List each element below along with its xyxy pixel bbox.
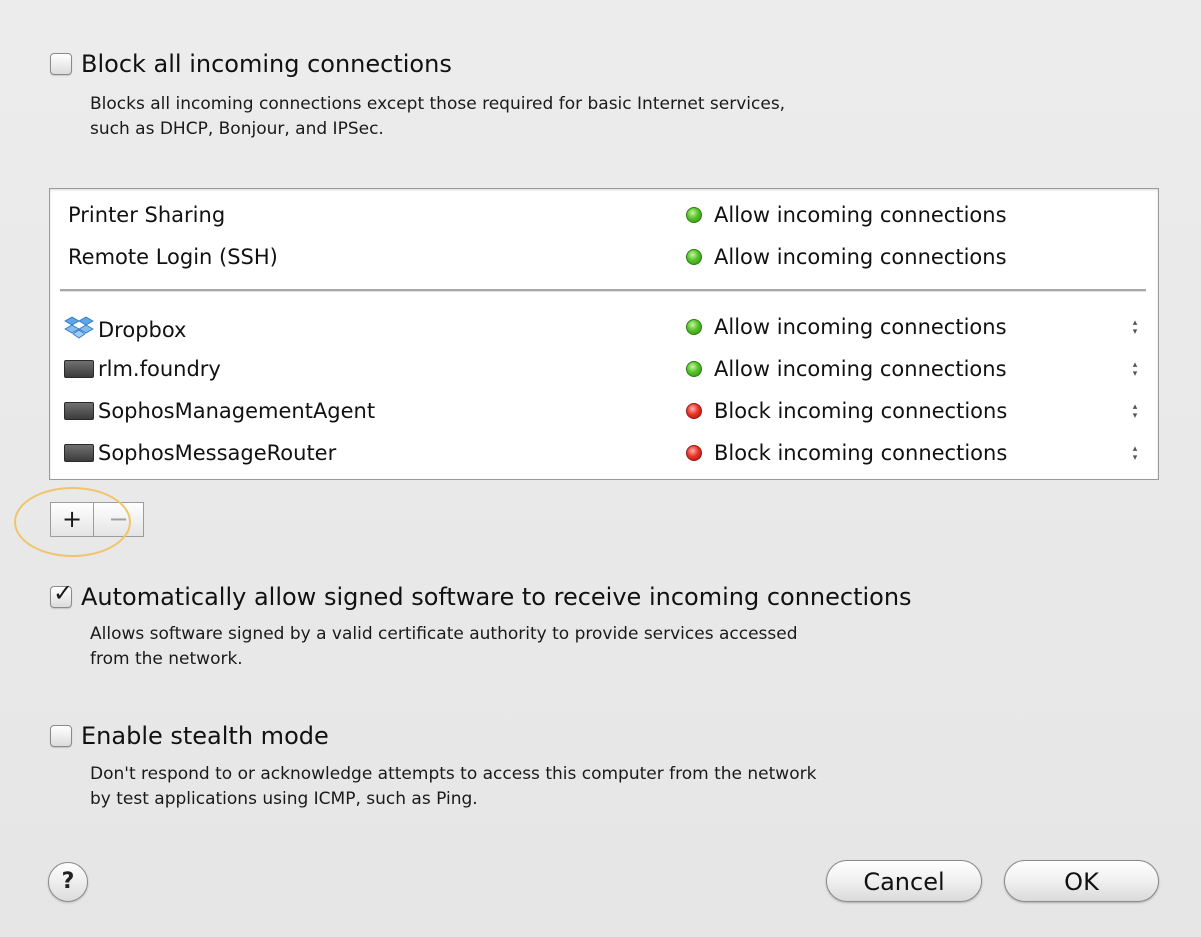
status-popup-arrows-icon[interactable]: ▴ ▾ bbox=[1130, 361, 1140, 379]
dropbox-icon bbox=[64, 315, 94, 344]
app-name: SophosMessageRouter bbox=[98, 441, 337, 465]
block-all-option[interactable]: Block all incoming connections bbox=[50, 50, 452, 78]
app-status[interactable]: Block incoming connections bbox=[686, 441, 1007, 465]
auto-allow-option[interactable]: ✓ Automatically allow signed software to… bbox=[50, 581, 912, 611]
app-row[interactable]: rlm.foundry Allow incoming connections ▴… bbox=[50, 349, 1158, 389]
app-status-label: Allow incoming connections bbox=[714, 315, 1007, 339]
app-name: SophosManagementAgent bbox=[98, 399, 376, 423]
block-all-description-line1: Blocks all incoming connections except t… bbox=[90, 94, 786, 114]
application-icon bbox=[64, 402, 94, 420]
app-status-label: Allow incoming connections bbox=[714, 357, 1007, 381]
stealth-description-line1: Don't respond to or acknowledge attempts… bbox=[90, 764, 817, 784]
stealth-description: Don't respond to or acknowledge attempts… bbox=[90, 762, 816, 812]
red-status-dot-icon bbox=[686, 403, 702, 419]
app-name: Dropbox bbox=[98, 317, 187, 342]
application-icon bbox=[64, 444, 94, 462]
app-status[interactable]: Block incoming connections bbox=[686, 399, 1007, 423]
block-all-checkbox[interactable] bbox=[50, 53, 72, 75]
services-apps-list[interactable]: Printer Sharing Allow incoming connectio… bbox=[49, 188, 1159, 480]
app-name-container: rlm.foundry bbox=[64, 357, 221, 381]
add-app-button[interactable]: + bbox=[50, 502, 94, 537]
app-status-label: Block incoming connections bbox=[714, 399, 1008, 423]
green-status-dot-icon bbox=[686, 207, 702, 223]
stealth-checkbox[interactable] bbox=[50, 725, 72, 747]
green-status-dot-icon bbox=[686, 249, 702, 265]
status-popup-arrows-icon[interactable]: ▴ ▾ bbox=[1130, 403, 1140, 421]
service-status-label: Allow incoming connections bbox=[714, 245, 1007, 269]
service-row[interactable]: Remote Login (SSH) Allow incoming connec… bbox=[50, 237, 1158, 277]
service-name: Printer Sharing bbox=[68, 203, 226, 227]
service-status-label: Allow incoming connections bbox=[714, 203, 1007, 227]
help-button[interactable]: ? bbox=[48, 862, 88, 902]
app-row[interactable]: Dropbox Allow incoming connections ▴ ▾ bbox=[50, 307, 1158, 347]
service-row[interactable]: Printer Sharing Allow incoming connectio… bbox=[50, 195, 1158, 235]
block-all-label: Block all incoming connections bbox=[81, 50, 452, 78]
app-status-label: Block incoming connections bbox=[714, 441, 1008, 465]
app-name-container: Dropbox bbox=[64, 315, 186, 344]
stealth-label: Enable stealth mode bbox=[81, 722, 329, 750]
block-all-description: Blocks all incoming connections except t… bbox=[90, 92, 785, 142]
auto-allow-description: Allows software signed by a valid certif… bbox=[90, 622, 798, 672]
app-name-container: SophosMessageRouter bbox=[64, 441, 336, 465]
block-all-description-line2: such as DHCP, Bonjour, and IPSec. bbox=[90, 119, 384, 139]
stealth-option[interactable]: Enable stealth mode bbox=[50, 722, 329, 750]
app-row[interactable]: SophosManagementAgent Block incoming con… bbox=[50, 391, 1158, 431]
application-icon bbox=[64, 360, 94, 378]
app-name-container: SophosManagementAgent bbox=[64, 399, 375, 423]
service-status: Allow incoming connections bbox=[686, 203, 1007, 227]
service-name: Remote Login (SSH) bbox=[68, 245, 278, 269]
red-status-dot-icon bbox=[686, 445, 702, 461]
app-row[interactable]: SophosMessageRouter Block incoming conne… bbox=[50, 433, 1158, 473]
list-edit-buttons: + − bbox=[50, 502, 144, 537]
stealth-description-line2: by test applications using ICMP, such as… bbox=[90, 789, 478, 809]
ok-button[interactable]: OK bbox=[1004, 860, 1159, 902]
status-popup-arrows-icon[interactable]: ▴ ▾ bbox=[1130, 319, 1140, 337]
checkmark-icon: ✓ bbox=[53, 579, 74, 607]
auto-allow-checkbox[interactable]: ✓ bbox=[50, 581, 73, 608]
app-status[interactable]: Allow incoming connections bbox=[686, 357, 1007, 381]
green-status-dot-icon bbox=[686, 361, 702, 377]
app-status[interactable]: Allow incoming connections bbox=[686, 315, 1007, 339]
app-name: rlm.foundry bbox=[98, 357, 221, 381]
list-divider bbox=[60, 289, 1146, 292]
remove-app-button[interactable]: − bbox=[94, 502, 144, 537]
cancel-button[interactable]: Cancel bbox=[826, 860, 982, 902]
green-status-dot-icon bbox=[686, 319, 702, 335]
service-status: Allow incoming connections bbox=[686, 245, 1007, 269]
auto-allow-label: Automatically allow signed software to r… bbox=[81, 583, 912, 611]
auto-allow-description-line1: Allows software signed by a valid certif… bbox=[90, 624, 798, 644]
firewall-options-sheet: Block all incoming connections Blocks al… bbox=[0, 0, 1201, 937]
auto-allow-description-line2: from the network. bbox=[90, 649, 243, 669]
status-popup-arrows-icon[interactable]: ▴ ▾ bbox=[1130, 445, 1140, 463]
